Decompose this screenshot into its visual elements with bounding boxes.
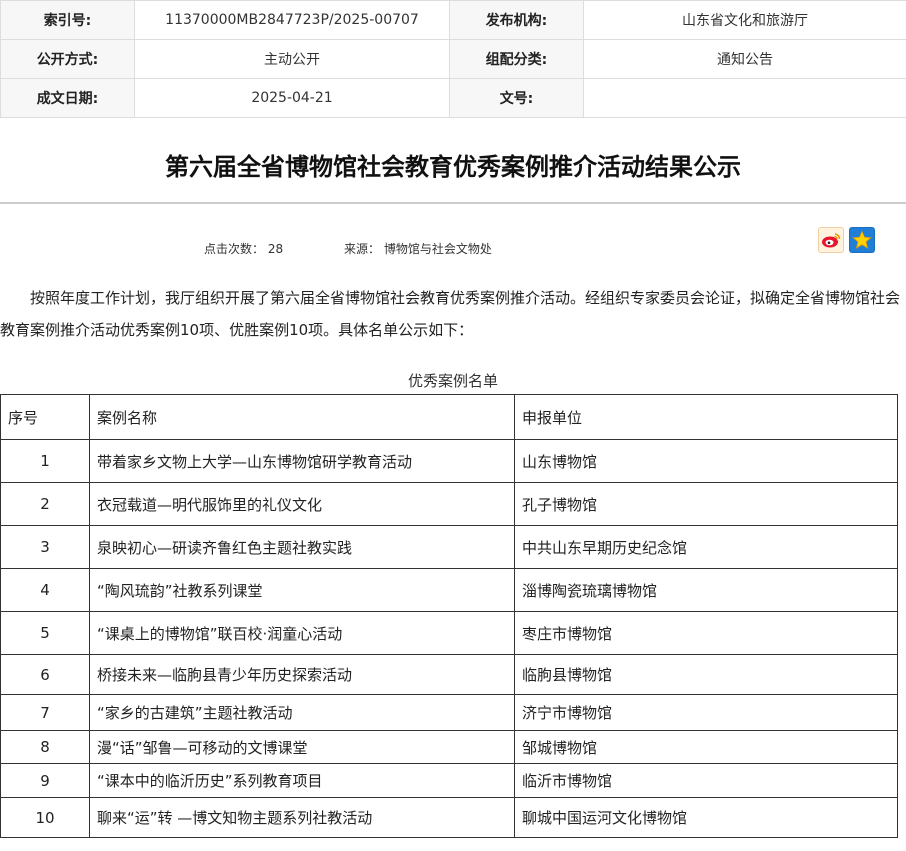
- case-number: 1: [0, 439, 90, 483]
- case-name: “课本中的临沂历史”系列教育项目: [89, 763, 515, 798]
- metadata-row: 公开方式: 主动公开 组配分类: 通知公告: [0, 39, 906, 79]
- metadata-value: 2025-04-21: [134, 78, 450, 118]
- case-name: 带着家乡文物上大学—山东博物馆研学教育活动: [89, 439, 515, 483]
- favorite-button[interactable]: [849, 227, 875, 253]
- table-row: 3 泉映初心—研读齐鲁红色主题社教实践 中共山东早期历史纪念馆: [0, 525, 898, 569]
- table-row: 10 聊来“运”转 —博文知物主题系列社教活动 聊城中国运河文化博物馆: [0, 797, 898, 838]
- case-number: 5: [0, 611, 90, 655]
- metadata-key: 索引号:: [0, 0, 135, 40]
- article-source: 来源： 博物馆与社会文物处: [344, 242, 492, 256]
- case-unit: 枣庄市博物馆: [514, 611, 898, 655]
- case-name: 漫“话”邹鲁—可移动的文博课堂: [89, 730, 515, 764]
- table-row: 2 衣冠载道—明代服饰里的礼仪文化 孔子博物馆: [0, 482, 898, 526]
- table-header-row: 序号 案例名称 申报单位: [0, 394, 898, 440]
- case-unit: 临沂市博物馆: [514, 763, 898, 798]
- case-unit: 淄博陶瓷琉璃博物馆: [514, 568, 898, 612]
- click-count: 点击次数： 28: [204, 242, 284, 256]
- case-unit: 邹城博物馆: [514, 730, 898, 764]
- article-info-bar: 点击次数： 28 来源： 博物馆与社会文物处: [0, 204, 906, 282]
- share-weibo-button[interactable]: [818, 227, 844, 253]
- case-number: 10: [0, 797, 90, 838]
- case-number: 6: [0, 654, 90, 695]
- table-caption: 优秀案例名单: [407, 372, 498, 390]
- metadata-table: 索引号: 11370000MB2847723P/2025-00707 发布机构: 山东…: [0, 0, 906, 118]
- case-unit: 济宁市博物馆: [514, 694, 898, 731]
- case-name: “家乡的古建筑”主题社教活动: [89, 694, 515, 731]
- metadata-value: [583, 78, 906, 118]
- header-unit: 申报单位: [514, 394, 898, 440]
- intro-paragraph: 按照年度工作计划，我厅组织开展了第六届全省博物馆社会教育优秀案例推介活动。经组织…: [0, 289, 901, 339]
- case-name: 聊来“运”转 —博文知物主题系列社教活动: [89, 797, 515, 838]
- case-unit: 山东博物馆: [514, 439, 898, 483]
- header-name: 案例名称: [89, 394, 515, 440]
- case-number: 4: [0, 568, 90, 612]
- case-unit: 聊城中国运河文化博物馆: [514, 797, 898, 838]
- case-number: 7: [0, 694, 90, 731]
- metadata-row: 索引号: 11370000MB2847723P/2025-00707 发布机构: 山东…: [0, 0, 906, 40]
- table-row: 8 漫“话”邹鲁—可移动的文博课堂 邹城博物馆: [0, 730, 898, 764]
- case-name: “陶风琉韵”社教系列课堂: [89, 568, 515, 612]
- case-number: 2: [0, 482, 90, 526]
- case-unit: 孔子博物馆: [514, 482, 898, 526]
- metadata-key: 文号:: [449, 78, 584, 118]
- weibo-icon: [822, 233, 841, 248]
- case-number: 8: [0, 730, 90, 764]
- case-name: 桥接未来—临朐县青少年历史探索活动: [89, 654, 515, 695]
- table-row: 6 桥接未来—临朐县青少年历史探索活动 临朐县博物馆: [0, 654, 898, 695]
- metadata-value: 11370000MB2847723P/2025-00707: [134, 0, 450, 40]
- case-number: 3: [0, 525, 90, 569]
- metadata-key: 发布机构:: [449, 0, 584, 40]
- metadata-key: 公开方式:: [0, 39, 135, 79]
- table-row: 5 “课桌上的博物馆”联百校·润童心活动 枣庄市博物馆: [0, 611, 898, 655]
- case-name: 衣冠载道—明代服饰里的礼仪文化: [89, 482, 515, 526]
- case-name: 泉映初心—研读齐鲁红色主题社教实践: [89, 525, 515, 569]
- page-title: 第六届全省博物馆社会教育优秀案例推介活动结果公示: [165, 153, 741, 181]
- case-unit: 临朐县博物馆: [514, 654, 898, 695]
- table-row: 7 “家乡的古建筑”主题社教活动 济宁市博物馆: [0, 694, 898, 731]
- table-row: 1 带着家乡文物上大学—山东博物馆研学教育活动 山东博物馆: [0, 439, 898, 483]
- metadata-row: 成文日期: 2025-04-21 文号:: [0, 78, 906, 118]
- metadata-key: 组配分类:: [449, 39, 584, 79]
- header-num: 序号: [0, 394, 90, 440]
- metadata-value: 主动公开: [134, 39, 450, 79]
- table-row: 9 “课本中的临沂历史”系列教育项目 临沂市博物馆: [0, 763, 898, 798]
- case-number: 9: [0, 763, 90, 798]
- case-unit: 中共山东早期历史纪念馆: [514, 525, 898, 569]
- table-row: 4 “陶风琉韵”社教系列课堂 淄博陶瓷琉璃博物馆: [0, 568, 898, 612]
- star-icon: [852, 230, 872, 249]
- case-name: “课桌上的博物馆”联百校·润童心活动: [89, 611, 515, 655]
- metadata-value: 通知公告: [583, 39, 906, 79]
- metadata-key: 成文日期:: [0, 78, 135, 118]
- metadata-value: 山东省文化和旅游厅: [583, 0, 906, 40]
- cases-table: 序号 案例名称 申报单位 1 带着家乡文物上大学—山东博物馆研学教育活动 山东博物馆…: [0, 394, 898, 838]
